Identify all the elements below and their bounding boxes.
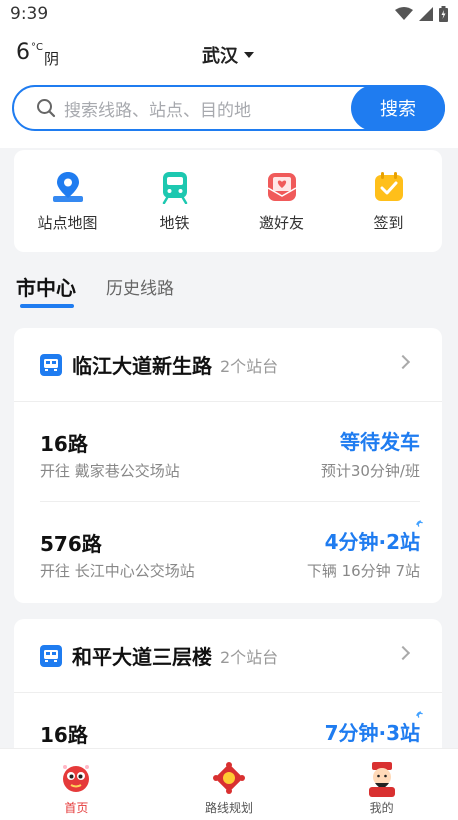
quick-action-invite[interactable]: 邀好友 — [228, 150, 335, 252]
status-bar: 9:39 — [0, 0, 458, 28]
bus-stop-icon — [40, 353, 62, 376]
route-direction: 开往 戴家巷公交场站 — [40, 462, 180, 480]
route-row[interactable]: 16路 开往 戴家巷公交场站 等待发车 预计30分钟/班 — [40, 402, 420, 502]
tab-bar: 市中心 历史线路 — [0, 262, 458, 312]
station-platform-count: 2个站台 — [220, 647, 279, 667]
tab-active-indicator — [20, 304, 74, 308]
search-icon — [37, 99, 56, 118]
invite-envelope-icon — [267, 173, 296, 201]
station-name: 和平大道三层楼 — [72, 645, 212, 669]
tab-history-routes[interactable]: 历史线路 — [106, 274, 174, 299]
nav-home[interactable]: 首页 — [0, 749, 153, 820]
weather-widget[interactable]: 6 °C 阴 — [16, 40, 59, 69]
route-arrival-status: 等待发车 — [340, 430, 420, 454]
bottom-nav: 首页 路线规划 我的 — [0, 748, 458, 820]
calendar-check-icon — [374, 172, 403, 201]
subway-icon — [162, 172, 187, 204]
caret-down-icon — [244, 52, 254, 58]
status-icons — [395, 6, 448, 22]
station-header[interactable]: 临江大道新生路 2个站台 — [14, 328, 442, 402]
weather-condition: 阴 — [43, 50, 59, 68]
station-platform-count: 2个站台 — [220, 356, 279, 376]
station-header[interactable]: 和平大道三层楼 2个站台 — [14, 619, 442, 693]
route-arrival-status: 4分钟·2站 — [324, 530, 420, 554]
wifi-icon — [395, 7, 413, 20]
station-name: 临江大道新生路 — [72, 354, 212, 378]
nav-route-planning[interactable]: 路线规划 — [153, 749, 306, 820]
search-button[interactable]: 搜索 — [351, 85, 445, 131]
route-row[interactable]: 576路 开往 长江中心公交场站 4分钟·2站 下辆 16分钟 7站 — [40, 502, 423, 602]
route-arrival-detail: 下辆 16分钟 7站 — [306, 562, 420, 580]
bus-stop-icon — [40, 644, 62, 667]
city-name: 武汉 — [202, 46, 238, 67]
route-number: 16路 — [40, 432, 88, 456]
search-bar[interactable]: 搜索线路、站点、目的地 搜索 — [12, 85, 445, 131]
chevron-right-icon[interactable] — [395, 645, 411, 661]
quick-action-subway[interactable]: 地铁 — [121, 150, 228, 252]
battery-icon — [439, 6, 448, 22]
route-arrival-status: 7分钟·3站 — [324, 721, 420, 745]
nav-profile[interactable]: 我的 — [305, 749, 458, 820]
quick-action-station-map[interactable]: 站点地图 — [14, 150, 121, 252]
route-direction: 开往 长江中心公交场站 — [40, 562, 195, 580]
map-pin-icon — [52, 172, 83, 202]
nav-label: 路线规划 — [205, 801, 254, 815]
fortune-god-icon — [368, 762, 395, 797]
quick-actions: 站点地图 地铁 邀好友 签到 — [14, 150, 442, 252]
quick-action-label: 地铁 — [159, 214, 190, 232]
tab-city-center[interactable]: 市中心 — [16, 272, 76, 301]
quick-action-checkin[interactable]: 签到 — [335, 150, 442, 252]
quick-action-label: 签到 — [373, 214, 404, 232]
temperature: 6 — [16, 40, 30, 65]
quick-action-label: 邀好友 — [258, 214, 304, 232]
nav-label: 首页 — [64, 801, 89, 815]
route-arrival-detail: 预计30分钟/班 — [320, 462, 420, 480]
home-mascot-icon — [63, 765, 90, 792]
route-number: 16路 — [40, 723, 88, 747]
header: 6 °C 阴 武汉 搜索线路、站点、目的地 搜索 — [0, 28, 458, 148]
station-card: 临江大道新生路 2个站台 16路 开往 戴家巷公交场站 等待发车 预计30分钟/… — [14, 328, 442, 603]
route-number: 576路 — [40, 532, 102, 556]
chevron-right-icon[interactable] — [395, 354, 411, 370]
station-card: 和平大道三层楼 2个站台 16路 7分钟·3站 — [14, 619, 442, 759]
cell-signal-icon — [419, 7, 433, 21]
temperature-unit: °C — [31, 42, 43, 53]
chinese-knot-icon — [213, 762, 245, 794]
nav-label: 我的 — [369, 801, 394, 815]
status-time: 9:39 — [10, 4, 49, 24]
city-selector[interactable]: 武汉 — [202, 42, 254, 68]
quick-action-label: 站点地图 — [37, 214, 98, 232]
